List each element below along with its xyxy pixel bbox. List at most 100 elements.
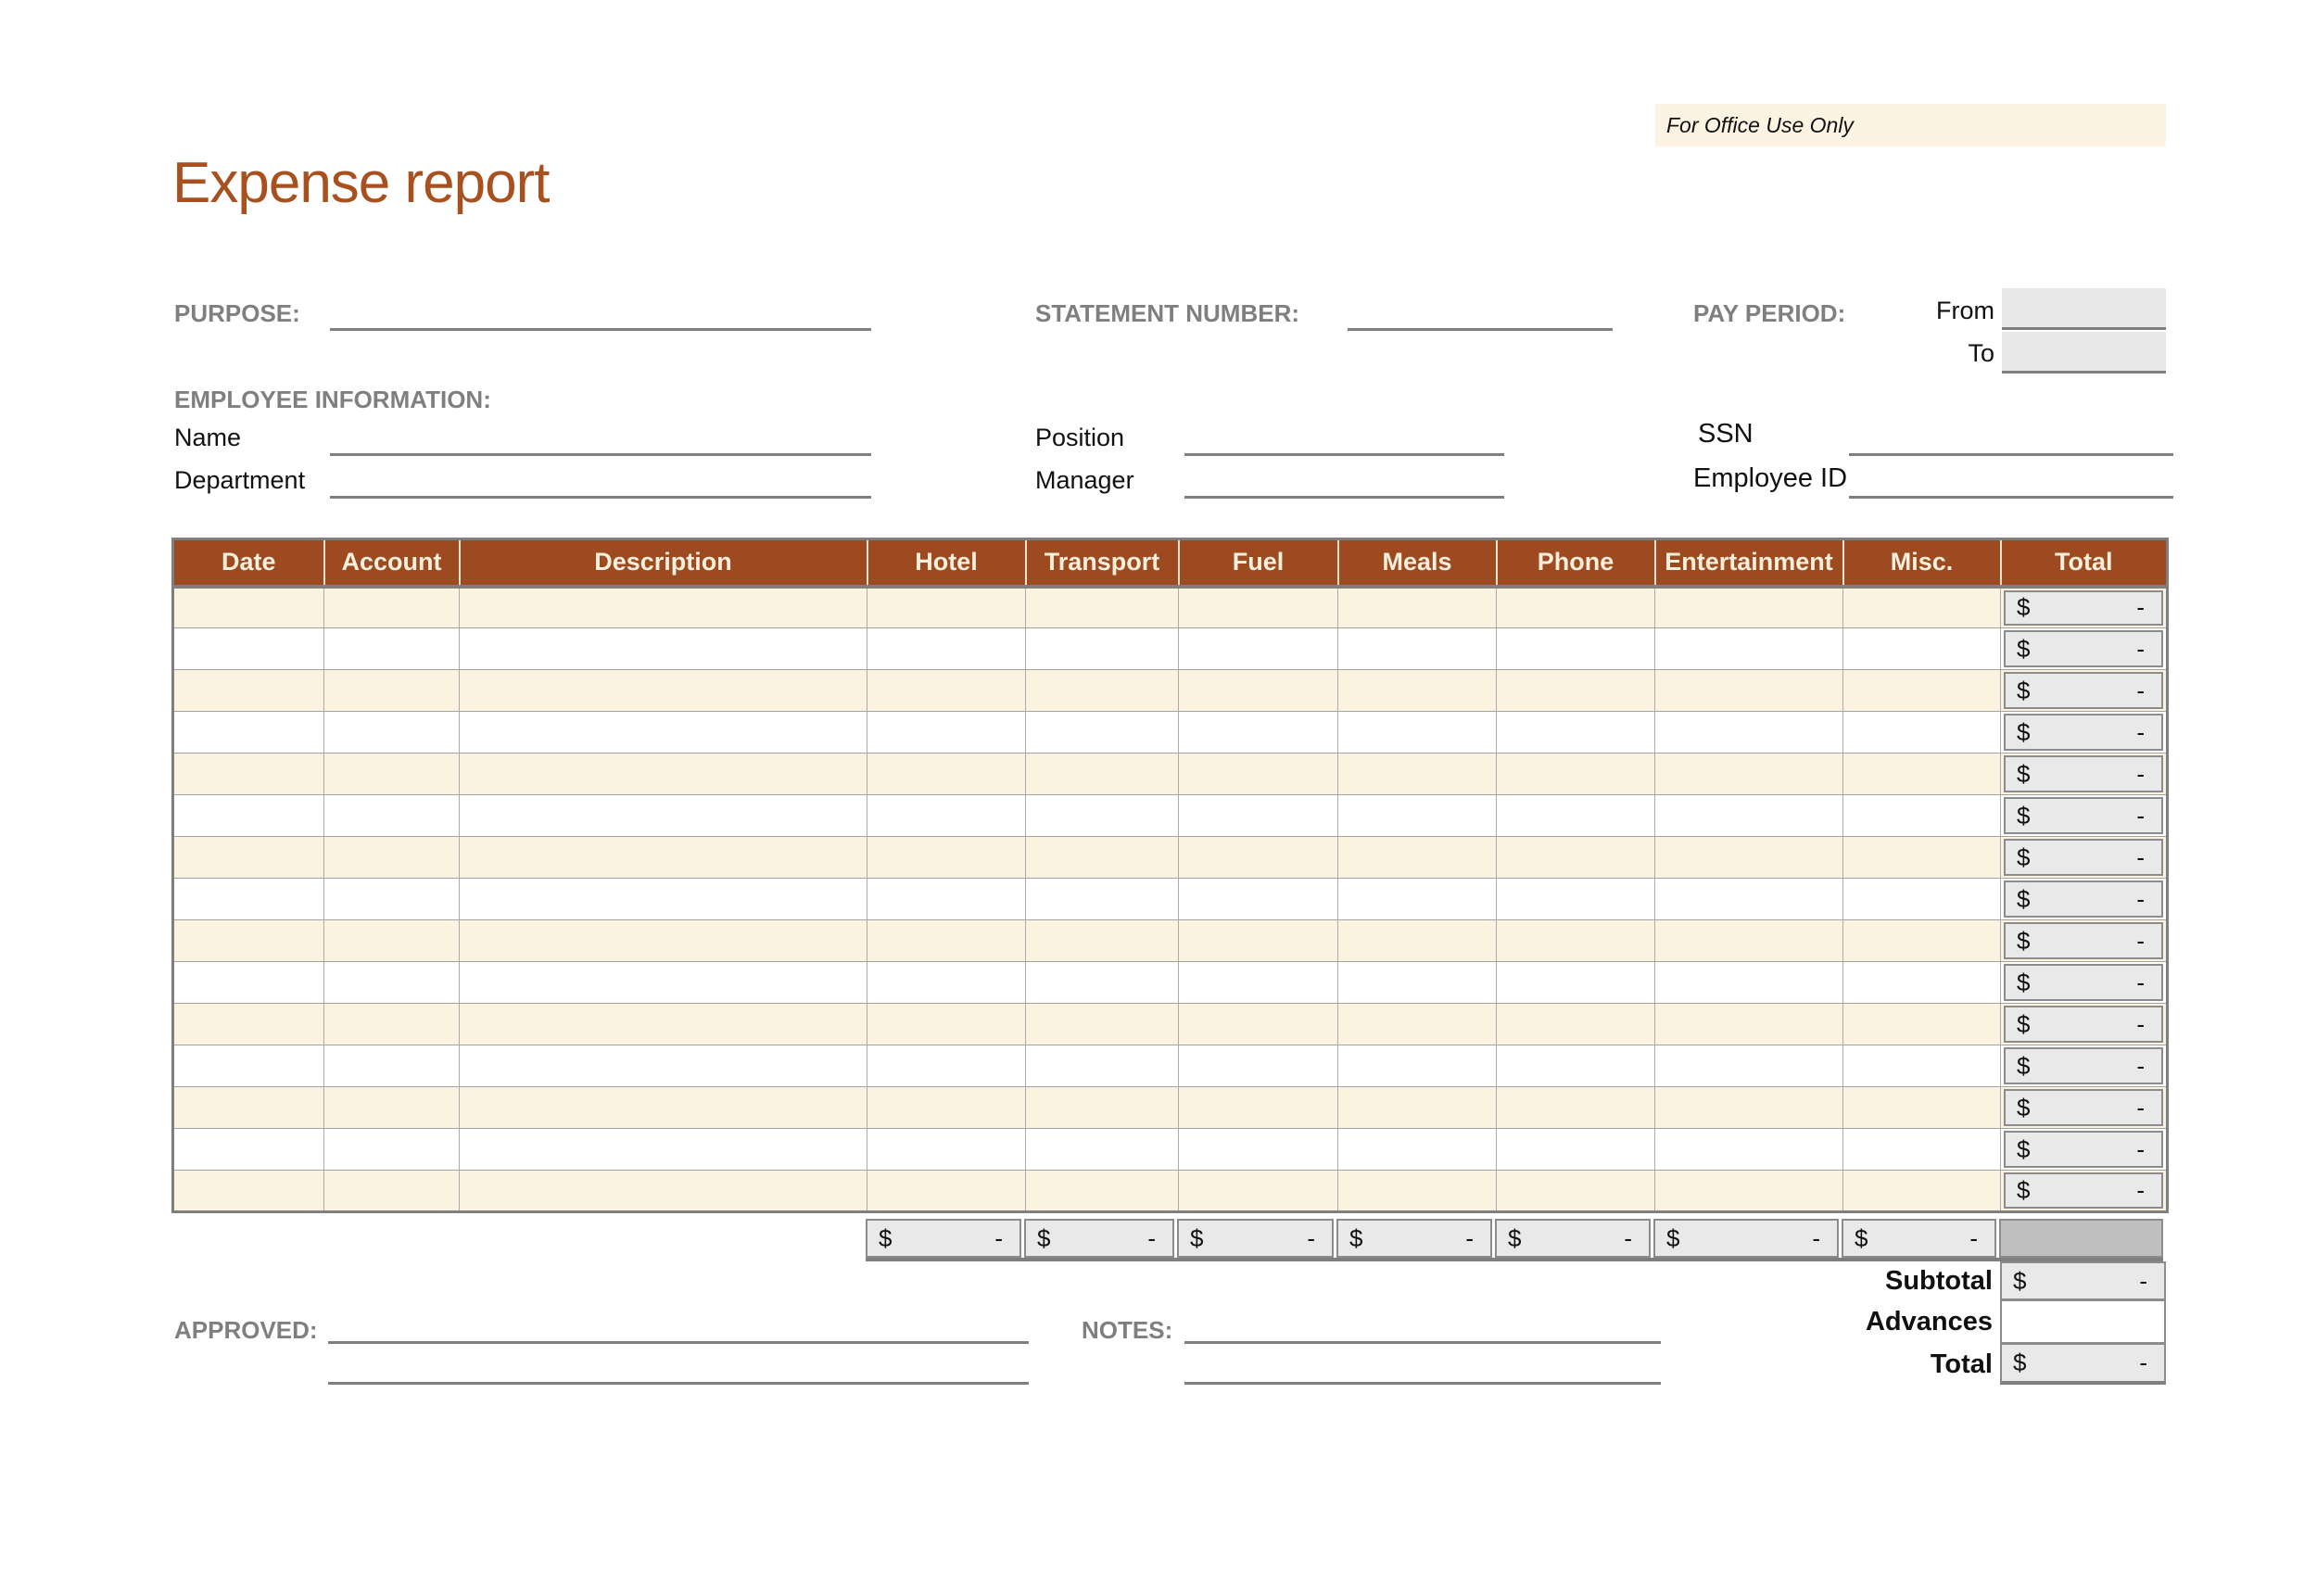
expense-cell-description[interactable] — [460, 670, 867, 712]
expense-cell-phone[interactable] — [1497, 837, 1655, 879]
expense-cell-description[interactable] — [460, 712, 867, 754]
expense-cell-fuel[interactable] — [1179, 754, 1338, 795]
expense-cell-date[interactable] — [173, 920, 324, 962]
expense-cell-fuel[interactable] — [1179, 962, 1338, 1004]
expense-cell-description[interactable] — [460, 962, 867, 1004]
expense-cell-fuel[interactable] — [1179, 1087, 1338, 1129]
expense-cell-phone[interactable] — [1497, 879, 1655, 920]
expense-cell-hotel[interactable] — [867, 628, 1026, 670]
expense-cell-entertainment[interactable] — [1655, 837, 1843, 879]
expense-cell-account[interactable] — [324, 754, 460, 795]
statement-number-field-line[interactable] — [1348, 328, 1613, 331]
expense-cell-fuel[interactable] — [1179, 1171, 1338, 1212]
expense-cell-account[interactable] — [324, 1129, 460, 1171]
expense-cell-meals[interactable] — [1338, 1087, 1497, 1129]
expense-cell-description[interactable] — [460, 1171, 867, 1212]
expense-cell-date[interactable] — [173, 587, 324, 628]
advances-value-cell[interactable] — [2000, 1299, 2166, 1344]
expense-cell-hotel[interactable] — [867, 754, 1026, 795]
expense-cell-entertainment[interactable] — [1655, 1045, 1843, 1087]
expense-cell-entertainment[interactable] — [1655, 962, 1843, 1004]
expense-cell-transport[interactable] — [1026, 628, 1179, 670]
pay-period-from-box[interactable] — [2002, 288, 2166, 330]
expense-cell-meals[interactable] — [1338, 712, 1497, 754]
expense-cell-entertainment[interactable] — [1655, 1171, 1843, 1212]
expense-cell-phone[interactable] — [1497, 712, 1655, 754]
expense-cell-entertainment[interactable] — [1655, 670, 1843, 712]
expense-cell-transport[interactable] — [1026, 1129, 1179, 1171]
expense-cell-fuel[interactable] — [1179, 712, 1338, 754]
expense-cell-description[interactable] — [460, 1004, 867, 1045]
expense-cell-description[interactable] — [460, 754, 867, 795]
expense-cell-phone[interactable] — [1497, 1004, 1655, 1045]
expense-cell-transport[interactable] — [1026, 1004, 1179, 1045]
expense-cell-hotel[interactable] — [867, 795, 1026, 837]
expense-cell-phone[interactable] — [1497, 1045, 1655, 1087]
expense-cell-entertainment[interactable] — [1655, 795, 1843, 837]
expense-cell-meals[interactable] — [1338, 754, 1497, 795]
expense-cell-description[interactable] — [460, 1087, 867, 1129]
expense-cell-transport[interactable] — [1026, 587, 1179, 628]
expense-cell-transport[interactable] — [1026, 920, 1179, 962]
expense-cell-transport[interactable] — [1026, 795, 1179, 837]
expense-cell-meals[interactable] — [1338, 920, 1497, 962]
expense-cell-hotel[interactable] — [867, 670, 1026, 712]
expense-cell-hotel[interactable] — [867, 837, 1026, 879]
expense-cell-entertainment[interactable] — [1655, 1129, 1843, 1171]
expense-cell-meals[interactable] — [1338, 1004, 1497, 1045]
expense-cell-transport[interactable] — [1026, 712, 1179, 754]
expense-cell-misc[interactable] — [1843, 1087, 2001, 1129]
expense-cell-account[interactable] — [324, 962, 460, 1004]
approved-line-1[interactable] — [328, 1341, 1029, 1344]
expense-cell-transport[interactable] — [1026, 837, 1179, 879]
expense-cell-account[interactable] — [324, 1045, 460, 1087]
notes-line-2[interactable] — [1184, 1382, 1661, 1385]
expense-cell-transport[interactable] — [1026, 1045, 1179, 1087]
expense-cell-fuel[interactable] — [1179, 628, 1338, 670]
expense-cell-description[interactable] — [460, 837, 867, 879]
expense-cell-account[interactable] — [324, 795, 460, 837]
expense-cell-fuel[interactable] — [1179, 920, 1338, 962]
expense-cell-hotel[interactable] — [867, 962, 1026, 1004]
expense-cell-misc[interactable] — [1843, 670, 2001, 712]
expense-cell-account[interactable] — [324, 628, 460, 670]
expense-cell-account[interactable] — [324, 837, 460, 879]
expense-cell-entertainment[interactable] — [1655, 920, 1843, 962]
name-field-line[interactable] — [330, 453, 871, 456]
expense-cell-account[interactable] — [324, 1004, 460, 1045]
expense-cell-entertainment[interactable] — [1655, 587, 1843, 628]
expense-cell-meals[interactable] — [1338, 587, 1497, 628]
expense-cell-date[interactable] — [173, 837, 324, 879]
expense-cell-fuel[interactable] — [1179, 837, 1338, 879]
expense-cell-date[interactable] — [173, 712, 324, 754]
purpose-field-line[interactable] — [330, 328, 871, 331]
manager-field-line[interactable] — [1184, 496, 1504, 499]
expense-cell-meals[interactable] — [1338, 1045, 1497, 1087]
expense-cell-hotel[interactable] — [867, 1087, 1026, 1129]
expense-cell-date[interactable] — [173, 628, 324, 670]
expense-cell-transport[interactable] — [1026, 754, 1179, 795]
expense-cell-meals[interactable] — [1338, 879, 1497, 920]
expense-cell-fuel[interactable] — [1179, 670, 1338, 712]
expense-cell-misc[interactable] — [1843, 795, 2001, 837]
expense-cell-hotel[interactable] — [867, 879, 1026, 920]
expense-cell-misc[interactable] — [1843, 879, 2001, 920]
expense-cell-misc[interactable] — [1843, 1129, 2001, 1171]
expense-cell-description[interactable] — [460, 879, 867, 920]
expense-cell-phone[interactable] — [1497, 795, 1655, 837]
expense-cell-transport[interactable] — [1026, 1087, 1179, 1129]
expense-cell-fuel[interactable] — [1179, 587, 1338, 628]
expense-cell-misc[interactable] — [1843, 754, 2001, 795]
expense-cell-transport[interactable] — [1026, 962, 1179, 1004]
expense-cell-fuel[interactable] — [1179, 795, 1338, 837]
expense-cell-fuel[interactable] — [1179, 1004, 1338, 1045]
expense-cell-meals[interactable] — [1338, 962, 1497, 1004]
expense-cell-phone[interactable] — [1497, 670, 1655, 712]
expense-cell-date[interactable] — [173, 1087, 324, 1129]
expense-cell-hotel[interactable] — [867, 920, 1026, 962]
expense-cell-meals[interactable] — [1338, 670, 1497, 712]
expense-cell-misc[interactable] — [1843, 962, 2001, 1004]
expense-cell-phone[interactable] — [1497, 1171, 1655, 1212]
expense-cell-hotel[interactable] — [867, 712, 1026, 754]
expense-cell-hotel[interactable] — [867, 1004, 1026, 1045]
